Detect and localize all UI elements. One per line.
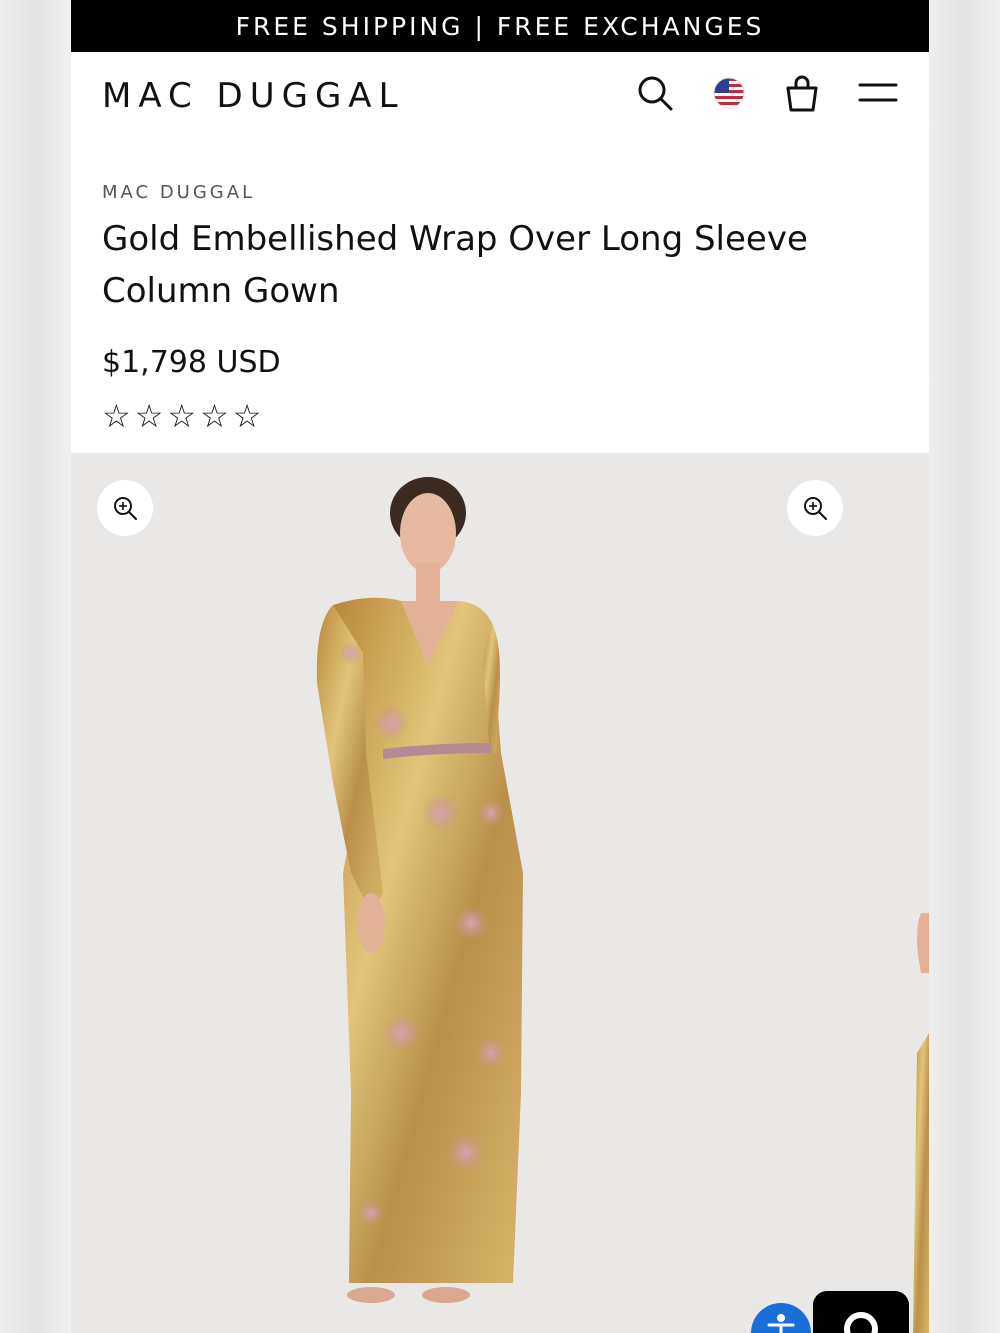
product-gallery[interactable] xyxy=(71,453,929,1333)
announcement-text: FREE SHIPPING | FREE EXCHANGES xyxy=(235,11,765,41)
us-flag-icon[interactable] xyxy=(708,72,750,114)
rating-stars[interactable]: ☆ ☆ ☆ ☆ ☆ xyxy=(102,398,898,434)
site-header: MAC DUGGAL xyxy=(71,52,929,144)
chat-icon[interactable] xyxy=(813,1291,909,1333)
product-info: MAC DUGGAL Gold Embellished Wrap Over Lo… xyxy=(71,144,929,434)
star-icon: ☆ xyxy=(232,397,262,435)
star-icon: ☆ xyxy=(200,397,229,435)
background-blur-right xyxy=(928,0,1000,1333)
background-blur-left xyxy=(0,0,71,1333)
product-price: $1,798 USD xyxy=(102,345,281,380)
brand-logo[interactable]: MAC DUGGAL xyxy=(102,76,405,116)
page: FREE SHIPPING | FREE EXCHANGES MAC DUGGA… xyxy=(71,0,929,1333)
zoom-in-icon[interactable] xyxy=(97,480,153,536)
zoom-in-icon[interactable] xyxy=(787,480,843,536)
gold-sequin-gown-photo xyxy=(316,477,929,1333)
search-icon[interactable] xyxy=(634,72,676,114)
star-icon: ☆ xyxy=(134,397,164,435)
star-icon: ☆ xyxy=(102,397,131,435)
star-icon: ☆ xyxy=(167,397,197,435)
product-title: Gold Embellished Wrap Over Long Sleeve C… xyxy=(102,219,808,311)
menu-icon[interactable] xyxy=(857,72,899,114)
announcement-bar: FREE SHIPPING | FREE EXCHANGES xyxy=(71,0,929,52)
shopping-bag-icon[interactable] xyxy=(781,72,823,114)
product-brand[interactable]: MAC DUGGAL xyxy=(102,182,898,203)
